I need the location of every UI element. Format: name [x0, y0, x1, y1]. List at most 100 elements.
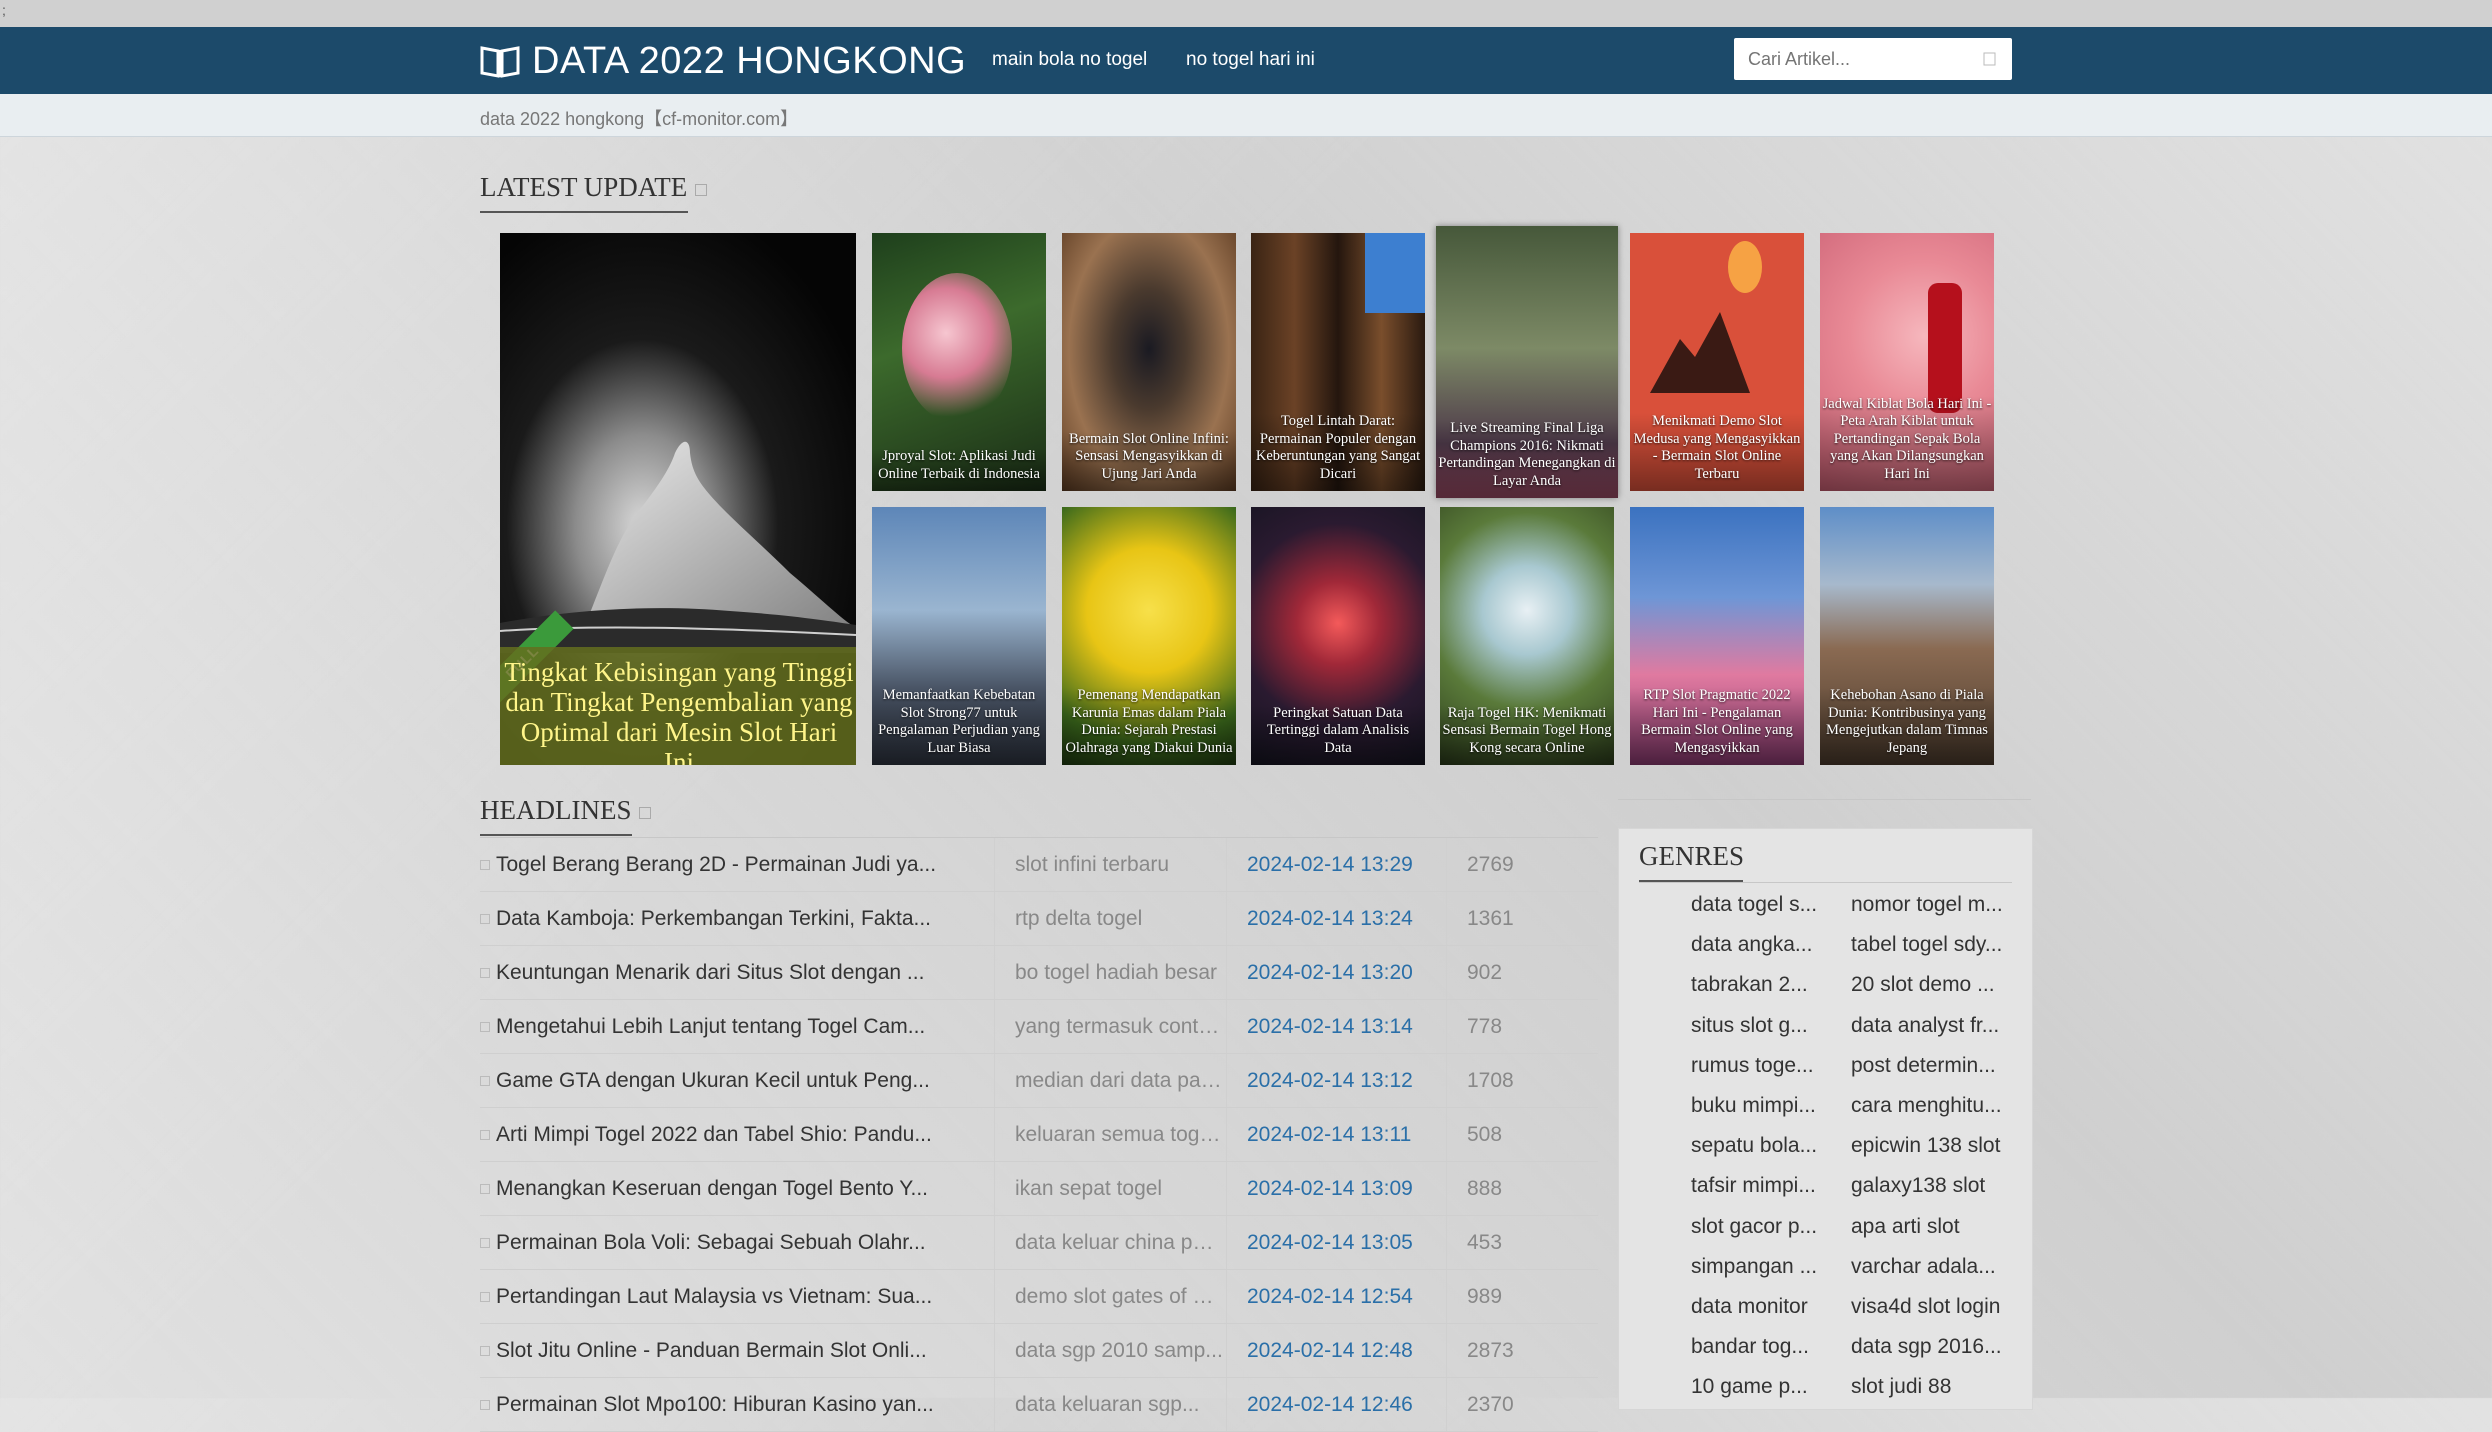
subtitle-text: data 2022 hongkong【cf-monitor.com】 — [480, 109, 799, 129]
genre-link[interactable]: situs slot g... — [1691, 1014, 1831, 1038]
genre-link[interactable]: data angka... — [1691, 933, 1831, 957]
genre-link[interactable]: tabrakan 2... — [1691, 973, 1831, 997]
genre-link[interactable]: slot gacor p... — [1691, 1215, 1831, 1239]
latest-tile[interactable]: Memanfaatkan Kebebatan Slot Strong77 unt… — [872, 507, 1046, 765]
headline-title[interactable]: Data Kamboja: Perkembangan Terkini, Fakt… — [480, 892, 970, 945]
headline-row[interactable]: Game GTA dengan Ukuran Kecil untuk Peng.… — [480, 1054, 1598, 1108]
genre-link[interactable]: galaxy138 slot — [1851, 1174, 2016, 1198]
headline-row[interactable]: Data Kamboja: Perkembangan Terkini, Fakt… — [480, 892, 1598, 946]
headline-views: 453 — [1446, 1216, 1577, 1269]
headline-row[interactable]: Permainan Bola Voli: Sebagai Sebuah Olah… — [480, 1216, 1598, 1270]
headline-tag[interactable]: median dari data pad... — [994, 1054, 1225, 1107]
latest-tile[interactable]: Togel Lintah Darat: Permainan Populer de… — [1251, 233, 1425, 491]
genre-link[interactable]: data analyst fr... — [1851, 1014, 2016, 1038]
headline-title[interactable]: Permainan Bola Voli: Sebagai Sebuah Olah… — [480, 1216, 970, 1269]
genre-link[interactable]: data togel s... — [1691, 893, 1831, 917]
headline-row[interactable]: Togel Berang Berang 2D - Permainan Judi … — [480, 838, 1598, 892]
genre-link[interactable]: post determin... — [1851, 1054, 2016, 1078]
nav-link-main-bola[interactable]: main bola no togel — [992, 49, 1147, 71]
genre-link[interactable]: 20 slot demo ... — [1851, 973, 2016, 997]
headline-title[interactable]: Pertandingan Laut Malaysia vs Vietnam: S… — [480, 1270, 970, 1323]
headline-date: 2024-02-14 13:12 — [1226, 1054, 1447, 1107]
search-box — [1734, 38, 2012, 80]
genre-link[interactable]: nomor togel m... — [1851, 893, 2016, 917]
headline-title[interactable]: Slot Jitu Online - Panduan Bermain Slot … — [480, 1324, 970, 1377]
headline-tag[interactable]: bo togel hadiah besar — [994, 946, 1225, 999]
headline-views: 902 — [1446, 946, 1577, 999]
headline-views: 2370 — [1446, 1378, 1577, 1431]
genre-link[interactable]: slot judi 88 — [1851, 1375, 2016, 1399]
genre-link[interactable]: varchar adala... — [1851, 1255, 2016, 1279]
brand-link[interactable]: DATA 2022 HONGKONG — [480, 39, 966, 83]
latest-tile[interactable]: Raja Togel HK: Menikmati Sensasi Bermain… — [1440, 507, 1614, 765]
headline-row[interactable]: Keuntungan Menarik dari Situs Slot denga… — [480, 946, 1598, 1000]
featured-tile[interactable]: FULL Tingkat Kebisingan yang Tinggi dan … — [500, 233, 856, 765]
headline-tag[interactable]: data keluar china pools — [994, 1216, 1225, 1269]
latest-tile[interactable]: RTP Slot Pragmatic 2022 Hari Ini - Penga… — [1630, 507, 1804, 765]
genre-link[interactable]: buku mimpi... — [1691, 1094, 1831, 1118]
bullet-icon — [480, 1022, 490, 1033]
headline-title-text: Arti Mimpi Togel 2022 dan Tabel Shio: Pa… — [496, 1123, 932, 1146]
latest-tile[interactable]: Jproyal Slot: Aplikasi Judi Online Terba… — [872, 233, 1046, 491]
headline-tag[interactable]: yang termasuk conto... — [994, 1000, 1225, 1053]
headline-row[interactable]: Slot Jitu Online - Panduan Bermain Slot … — [480, 1324, 1598, 1378]
tile-caption: Togel Lintah Darat: Permainan Populer de… — [1251, 413, 1425, 491]
genre-link[interactable]: simpangan ... — [1691, 1255, 1831, 1279]
headline-title-text: Permainan Bola Voli: Sebagai Sebuah Olah… — [496, 1231, 926, 1254]
headline-tag[interactable]: data keluaran sgp... — [994, 1378, 1225, 1431]
headline-title[interactable]: Arti Mimpi Togel 2022 dan Tabel Shio: Pa… — [480, 1108, 970, 1161]
latest-tile[interactable]: Jadwal Kiblat Bola Hari Ini - Peta Arah … — [1820, 233, 1994, 491]
headline-date: 2024-02-14 13:09 — [1226, 1162, 1447, 1215]
bullet-icon — [480, 1292, 490, 1303]
headline-title[interactable]: Game GTA dengan Ukuran Kecil untuk Peng.… — [480, 1054, 970, 1107]
genre-link[interactable]: data sgp 2016... — [1851, 1335, 2016, 1359]
headline-title[interactable]: Permainan Slot Mpo100: Hiburan Kasino ya… — [480, 1378, 970, 1431]
genre-link[interactable]: 10 game p... — [1691, 1375, 1831, 1399]
latest-tile[interactable]: Menikmati Demo Slot Medusa yang Mengasyi… — [1630, 233, 1804, 491]
genre-link[interactable]: rumus toge... — [1691, 1054, 1831, 1078]
genre-link[interactable]: tafsir mimpi... — [1691, 1174, 1831, 1198]
search-input[interactable] — [1734, 38, 1992, 80]
search-button[interactable] — [1968, 38, 2012, 80]
climbers-image — [1650, 312, 1750, 393]
sun-image — [1728, 241, 1762, 293]
genre-link[interactable]: bandar tog... — [1691, 1335, 1831, 1359]
headline-title[interactable]: Menangkan Keseruan dengan Togel Bento Y.… — [480, 1162, 970, 1215]
headline-tag[interactable]: demo slot gates of ol... — [994, 1270, 1225, 1323]
headline-views: 2769 — [1446, 838, 1577, 891]
headline-row[interactable]: Mengetahui Lebih Lanjut tentang Togel Ca… — [480, 1000, 1598, 1054]
latest-tile[interactable]: Pemenang Mendapatkan Karunia Emas dalam … — [1062, 507, 1236, 765]
headline-row[interactable]: Arti Mimpi Togel 2022 dan Tabel Shio: Pa… — [480, 1108, 1598, 1162]
headline-tag[interactable]: data sgp 2010 samp... — [994, 1324, 1225, 1377]
genre-link[interactable]: visa4d slot login — [1851, 1295, 2016, 1319]
sky-image — [1365, 233, 1425, 313]
headline-tag[interactable]: keluaran semua toge... — [994, 1108, 1225, 1161]
latest-tile[interactable]: Live Streaming Final Liga Champions 2016… — [1436, 226, 1618, 498]
headline-date: 2024-02-14 13:05 — [1226, 1216, 1447, 1269]
headline-row[interactable]: Pertandingan Laut Malaysia vs Vietnam: S… — [480, 1270, 1598, 1324]
tile-caption: RTP Slot Pragmatic 2022 Hari Ini - Penga… — [1630, 687, 1804, 765]
bullet-icon — [480, 1238, 490, 1249]
headline-title[interactable]: Mengetahui Lebih Lanjut tentang Togel Ca… — [480, 1000, 970, 1053]
headline-row[interactable]: Menangkan Keseruan dengan Togel Bento Y.… — [480, 1162, 1598, 1216]
genre-link[interactable]: data monitor — [1691, 1295, 1831, 1319]
navbar: DATA 2022 HONGKONG main bola no togel no… — [0, 27, 2492, 94]
headline-title-text: Permainan Slot Mpo100: Hiburan Kasino ya… — [496, 1393, 934, 1416]
genre-link[interactable]: sepatu bola... — [1691, 1134, 1831, 1158]
latest-tile[interactable]: Peringkat Satuan Data Tertinggi dalam An… — [1251, 507, 1425, 765]
genre-link[interactable]: cara menghitu... — [1851, 1094, 2016, 1118]
tile-caption: Raja Togel HK: Menikmati Sensasi Bermain… — [1440, 704, 1614, 765]
headline-title[interactable]: Keuntungan Menarik dari Situs Slot denga… — [480, 946, 970, 999]
latest-tile[interactable]: Bermain Slot Online Infini: Sensasi Meng… — [1062, 233, 1236, 491]
headline-row[interactable]: Permainan Slot Mpo100: Hiburan Kasino ya… — [480, 1378, 1598, 1432]
latest-tile[interactable]: Kehebohan Asano di Piala Dunia: Kontribu… — [1820, 507, 1994, 765]
genre-link[interactable]: apa arti slot — [1851, 1215, 2016, 1239]
nav-link-togel-hari-ini[interactable]: no togel hari ini — [1186, 49, 1315, 71]
genre-link[interactable]: epicwin 138 slot — [1851, 1134, 2016, 1158]
tile-caption: Pemenang Mendapatkan Karunia Emas dalam … — [1062, 687, 1236, 765]
headline-tag[interactable]: rtp delta togel — [994, 892, 1225, 945]
headline-title[interactable]: Togel Berang Berang 2D - Permainan Judi … — [480, 838, 970, 891]
headline-tag[interactable]: slot infini terbaru — [994, 838, 1225, 891]
headline-tag[interactable]: ikan sepat togel — [994, 1162, 1225, 1215]
genre-link[interactable]: tabel togel sdy... — [1851, 933, 2016, 957]
